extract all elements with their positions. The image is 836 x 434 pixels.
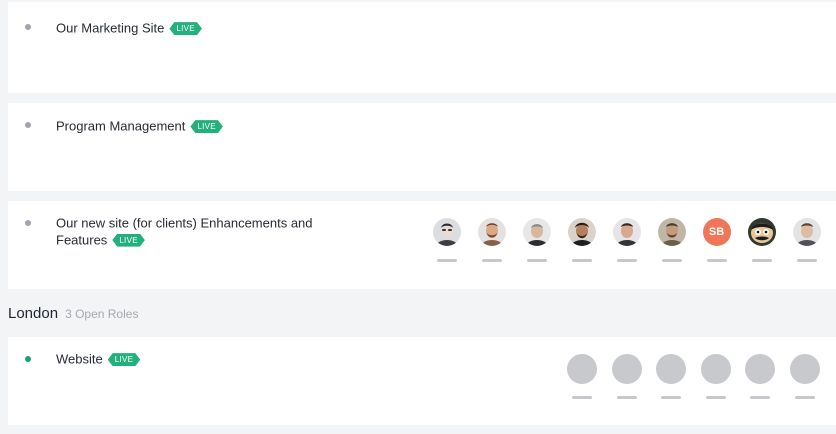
member-role-bar — [706, 259, 727, 262]
project-title[interactable]: Program Management — [56, 119, 185, 134]
open-slots — [560, 354, 827, 399]
avatar-photo-icon[interactable] — [432, 218, 461, 246]
section-city: London — [8, 305, 59, 322]
team-member[interactable] — [469, 218, 514, 262]
team-member[interactable] — [739, 218, 784, 262]
project-card[interactable]: Our new site (for clients) Enhancements … — [8, 201, 836, 289]
avatar-photo-icon[interactable] — [567, 218, 596, 246]
empty-avatar-icon[interactable] — [700, 354, 731, 384]
team-member[interactable] — [784, 218, 829, 262]
open-slot[interactable] — [560, 354, 605, 399]
avatar-photo-icon[interactable] — [792, 218, 821, 246]
team-member[interactable] — [649, 218, 694, 262]
project-title-row: Our Marketing Site LIVE — [56, 20, 202, 37]
project-card[interactable]: Program Management LIVE — [8, 103, 836, 191]
open-slot[interactable] — [783, 354, 828, 399]
member-role-bar — [751, 259, 772, 262]
project-title-row: Program Management LIVE — [56, 118, 223, 135]
slot-role-bar — [750, 396, 771, 399]
empty-avatar-icon[interactable] — [656, 354, 687, 384]
member-role-bar — [796, 259, 817, 262]
team-member[interactable] — [559, 218, 604, 262]
open-slot[interactable] — [649, 354, 694, 399]
avatar-cartoon-icon[interactable] — [747, 218, 776, 246]
status-dot — [25, 356, 31, 362]
avatar-photo-icon[interactable] — [657, 218, 686, 246]
slot-role-bar — [572, 396, 593, 399]
team-member[interactable] — [604, 218, 649, 262]
member-role-bar — [526, 259, 547, 262]
open-roles-count[interactable]: 3 Open Roles — [65, 307, 138, 321]
slot-role-bar — [661, 396, 682, 399]
member-role-bar — [571, 259, 592, 262]
project-card[interactable]: Our Marketing Site LIVE — [8, 2, 836, 93]
team-member[interactable]: SB — [694, 218, 739, 262]
team-member[interactable] — [424, 218, 469, 262]
project-card[interactable]: Website LIVE — [8, 337, 836, 425]
member-role-bar — [481, 259, 502, 262]
member-role-bar — [616, 259, 637, 262]
avatar-photo-icon[interactable] — [612, 218, 641, 246]
section-header: London 3 Open Roles — [8, 305, 138, 323]
member-role-bar — [436, 259, 457, 262]
project-title[interactable]: Our Marketing Site — [56, 21, 164, 36]
empty-avatar-icon[interactable] — [745, 354, 776, 384]
team-members: SB — [424, 218, 829, 262]
empty-avatar-icon[interactable] — [567, 354, 598, 384]
empty-avatar-icon[interactable] — [789, 354, 820, 384]
status-dot — [25, 220, 31, 226]
live-badge: LIVE — [108, 353, 141, 366]
project-title[interactable]: Website — [56, 352, 103, 367]
live-badge: LIVE — [112, 234, 145, 247]
status-dot — [25, 24, 31, 30]
avatar-photo-icon[interactable] — [477, 218, 506, 246]
live-badge: LIVE — [190, 120, 223, 133]
project-title-row: Our new site (for clients) Enhancements … — [56, 215, 356, 248]
slot-role-bar — [705, 396, 726, 399]
status-dot — [25, 122, 31, 128]
avatar-photo-icon[interactable] — [522, 218, 551, 246]
open-slot[interactable] — [694, 354, 739, 399]
avatar-initials[interactable]: SB — [702, 218, 731, 246]
open-slot[interactable] — [605, 354, 650, 399]
page: Our Marketing Site LIVE Program Managemen… — [0, 0, 836, 434]
slot-role-bar — [794, 396, 815, 399]
project-title[interactable]: Our new site (for clients) Enhancements … — [56, 216, 313, 248]
empty-avatar-icon[interactable] — [611, 354, 642, 384]
team-member[interactable] — [514, 218, 559, 262]
project-title-row: Website LIVE — [56, 351, 140, 368]
slot-role-bar — [616, 396, 637, 399]
live-badge: LIVE — [169, 22, 202, 35]
open-slot[interactable] — [738, 354, 783, 399]
member-role-bar — [661, 259, 682, 262]
